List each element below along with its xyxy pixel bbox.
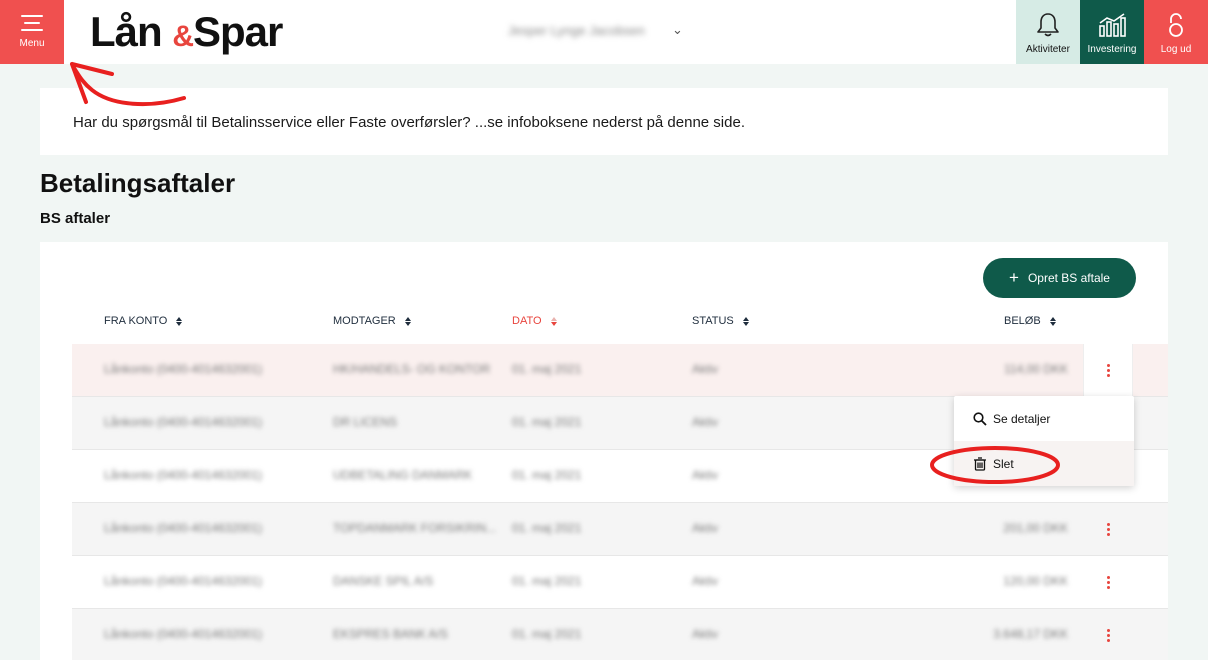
row-actions-button[interactable] xyxy=(1083,344,1133,396)
logout-button[interactable]: Log ud xyxy=(1144,0,1208,64)
column-header-status[interactable]: STATUS xyxy=(692,315,749,327)
menu-button[interactable]: Menu xyxy=(0,0,64,64)
column-header-amount[interactable]: BELØB xyxy=(1004,315,1056,327)
column-header-date[interactable]: DATO xyxy=(512,315,557,327)
table-row[interactable]: Lånkonto (0400-4014632001) HK/HANDELS- O… xyxy=(72,344,1168,397)
table-row[interactable]: Lånkonto (0400-4014632001) TOPDANMARK FO… xyxy=(72,503,1168,556)
trash-icon xyxy=(974,456,986,471)
user-name[interactable]: Jesper Lynge Jacobsen xyxy=(508,23,645,38)
sort-icon xyxy=(176,316,183,326)
top-header: Menu Lån &Spar Jesper Lynge Jacobsen ⌄ A… xyxy=(0,0,1208,64)
sort-icon xyxy=(550,316,557,326)
row-actions-button[interactable] xyxy=(1083,503,1133,555)
menu-item-see-details[interactable]: Se detaljer xyxy=(954,396,1134,441)
hamburger-icon xyxy=(21,15,43,31)
table-row[interactable]: Lånkonto (0400-4014632001) EKSPRES BANK … xyxy=(72,609,1168,660)
bell-icon xyxy=(1037,13,1059,37)
chart-icon xyxy=(1099,13,1126,37)
kebab-icon xyxy=(1106,522,1110,536)
menu-item-delete[interactable]: Slet xyxy=(954,441,1134,486)
column-header-recipient[interactable]: MODTAGER xyxy=(333,315,411,327)
activities-button[interactable]: Aktiviteter xyxy=(1016,0,1080,64)
menu-label: Menu xyxy=(19,38,45,49)
row-actions-menu: Se detaljer Slet xyxy=(954,396,1134,486)
page-title: Betalingsaftaler xyxy=(40,168,236,198)
column-header-from-account[interactable]: FRA KONTO xyxy=(104,315,183,327)
chevron-down-icon[interactable]: ⌄ xyxy=(672,22,683,38)
lock-icon xyxy=(1169,13,1183,37)
kebab-icon xyxy=(1106,628,1110,642)
row-actions-button[interactable] xyxy=(1083,556,1133,608)
info-box: Har du spørgsmål til Betalinsservice ell… xyxy=(40,88,1168,155)
sort-icon xyxy=(1049,316,1056,326)
section-title: BS aftaler xyxy=(40,210,111,227)
plus-icon: + xyxy=(1009,268,1019,287)
search-icon xyxy=(973,411,987,426)
create-bs-agreement-button[interactable]: + Opret BS aftale xyxy=(983,258,1136,298)
sort-icon xyxy=(404,316,411,326)
info-text: Har du spørgsmål til Betalinsservice ell… xyxy=(73,114,745,131)
investment-button[interactable]: Investering xyxy=(1080,0,1144,64)
row-actions-button[interactable] xyxy=(1083,609,1133,660)
table-row[interactable]: Lånkonto (0400-4014632001) DANSKE SPIL A… xyxy=(72,556,1168,609)
kebab-icon xyxy=(1106,575,1110,589)
kebab-icon xyxy=(1106,363,1110,377)
sort-icon xyxy=(742,316,749,326)
logo[interactable]: Lån &Spar xyxy=(90,8,283,56)
